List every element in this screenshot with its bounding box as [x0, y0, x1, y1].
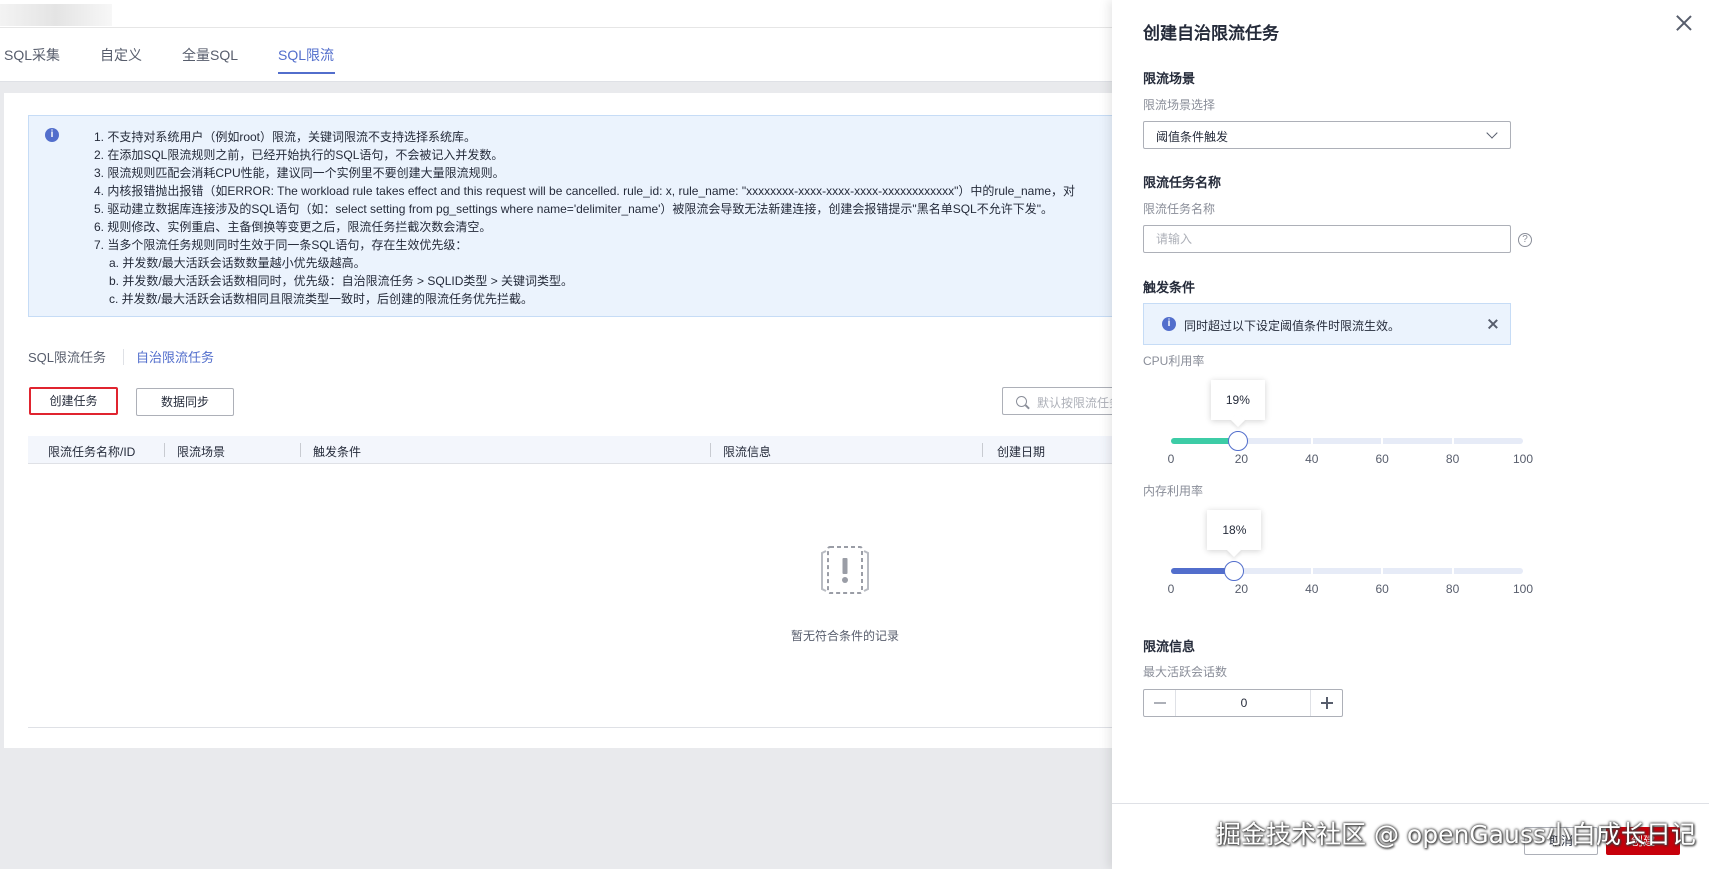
- task-name-label: 限流任务名称: [1143, 202, 1216, 216]
- slider-tooltip: 19%: [1210, 380, 1265, 420]
- notice-item: 2. 在添加SQL限流规则之前，已经开始执行的SQL语句，不会被记入并发数。: [94, 148, 504, 162]
- watermark: 掘金技术社区 @ openGauss小白成长日记: [1216, 820, 1696, 849]
- info-icon: i: [45, 128, 59, 142]
- subtab-sql-throttle-tasks[interactable]: SQL限流任务: [28, 347, 106, 366]
- slider-handle[interactable]: [1224, 561, 1245, 581]
- active-tab-indicator: [278, 72, 335, 74]
- section-title-task-name: 限流任务名称: [1143, 175, 1222, 190]
- empty-state-icon: [821, 546, 869, 594]
- slider-segment-gap: [1310, 438, 1313, 444]
- tab-sql-throttle[interactable]: SQL限流: [278, 45, 334, 65]
- notice-box: i 1. 不支持对系统用户（例如root）限流，关键词限流不支持选择系统库。 2…: [28, 115, 1120, 317]
- notice-item: 4. 内核报错抛出报错（如ERROR: The workload rule ta…: [94, 184, 1076, 198]
- help-icon[interactable]: ?: [1518, 233, 1532, 247]
- slider-tick-label: 100: [1512, 582, 1534, 596]
- top-bar: [0, 0, 1120, 28]
- scene-select-value: 阈值条件触发: [1156, 130, 1229, 144]
- column-header: 创建日期: [997, 445, 1046, 459]
- slider-tick-label: 0: [1167, 582, 1175, 596]
- section-title-scene: 限流场景: [1143, 71, 1196, 86]
- chevron-down-icon: [1486, 127, 1498, 139]
- column-header: 限流信息: [723, 445, 772, 459]
- table-header: 限流任务名称/ID 限流场景 触发条件 限流信息 创建日期: [28, 436, 1120, 464]
- slider-tick-label: 80: [1445, 452, 1460, 466]
- info-icon: i: [1162, 317, 1176, 331]
- subtab-divider: [123, 349, 124, 365]
- notice-sub-item: a. 并发数/最大活跃会话数数量越小优先级越高。: [109, 256, 366, 270]
- slider-segment-gap: [1381, 438, 1384, 444]
- slider-tick-label: 60: [1375, 452, 1389, 466]
- column-header: 触发条件: [313, 445, 362, 459]
- max-sessions-value[interactable]: 0: [1177, 696, 1311, 710]
- subtab-autonomous-tasks[interactable]: 自治限流任务: [136, 347, 214, 366]
- logo: [0, 4, 112, 26]
- empty-state-text: 暂无符合条件的记录: [790, 629, 899, 643]
- slider-tick-label: 80: [1445, 582, 1460, 596]
- slider-segment-gap: [1310, 568, 1313, 574]
- slider-tick-label: 20: [1234, 582, 1249, 596]
- slider-segment-gap: [1451, 568, 1454, 574]
- search-input[interactable]: 默认按限流任务: [1002, 387, 1122, 415]
- slider-handle[interactable]: [1227, 431, 1248, 451]
- table-bottom-border: [28, 727, 1120, 728]
- notice-sub-item: c. 并发数/最大活跃会话数相同且限流类型一致时，后创建的限流任务优先拦截。: [109, 292, 534, 306]
- tabs-bar: SQL采集 自定义 全量SQL SQL限流: [0, 28, 1120, 82]
- slider-tooltip: 18%: [1207, 510, 1262, 550]
- slider-tick-label: 100: [1512, 452, 1534, 466]
- search-placeholder: 默认按限流任务: [1037, 396, 1122, 410]
- column-divider: [300, 443, 301, 457]
- cpu-slider-label: CPU利用率: [1143, 354, 1205, 368]
- section-title-trigger: 触发条件: [1143, 280, 1196, 295]
- notice-item: 3. 限流规则匹配会消耗CPU性能，建议同一个实例里不要创建大量限流规则。: [94, 166, 505, 180]
- scene-select[interactable]: 阈值条件触发: [1143, 121, 1511, 149]
- task-name-input[interactable]: [1143, 225, 1511, 253]
- column-divider: [982, 443, 983, 457]
- max-sessions-label: 最大活跃会话数: [1143, 665, 1228, 679]
- slider-tick-label: 40: [1305, 452, 1319, 466]
- memory-usage-slider[interactable]: 18% 0 20 40 60 80 100: [1159, 510, 1533, 600]
- decrement-button[interactable]: [1144, 690, 1176, 716]
- slider-tick-label: 20: [1234, 452, 1249, 466]
- slider-segment-gap: [1381, 568, 1384, 574]
- notice-item: 6. 规则修改、实例重启、主备倒换等变更之后，限流任务拦截次数会清空。: [94, 220, 492, 234]
- close-icon[interactable]: [1674, 13, 1694, 33]
- scene-select-label: 限流场景选择: [1143, 98, 1216, 112]
- tab-sql-collect[interactable]: SQL采集: [4, 45, 60, 65]
- notice-item: 7. 当多个限流任务规则同时生效于同一条SQL语句，存在生效优先级：: [94, 238, 468, 252]
- notice-sub-item: b. 并发数/最大活跃会话数相同时，优先级：自治限流任务 > SQLID类型 >…: [109, 274, 574, 288]
- column-header: 限流任务名称/ID: [48, 445, 136, 459]
- column-divider: [164, 443, 165, 457]
- close-icon[interactable]: [1487, 318, 1499, 330]
- notice-item: 5. 驱动建立数据库连接涉及的SQL语句（如：select setting fr…: [94, 202, 1053, 216]
- column-header: 限流场景: [177, 445, 226, 459]
- tab-full-sql[interactable]: 全量SQL: [182, 45, 238, 65]
- slider-tick-label: 40: [1305, 582, 1319, 596]
- create-task-drawer: 创建自治限流任务 限流场景 限流场景选择 阈值条件触发 限流任务名称 限流任务名…: [1112, 0, 1709, 869]
- increment-button[interactable]: [1310, 690, 1342, 716]
- cpu-usage-slider[interactable]: 19% 0 20 40 60 80 100: [1159, 380, 1533, 470]
- slider-tick-label: 60: [1375, 582, 1389, 596]
- notice-list: 1. 不支持对系统用户（例如root）限流，关键词限流不支持选择系统库。 2. …: [94, 128, 1120, 308]
- trigger-info-text: 同时超过以下设定阈值条件时限流生效。: [1184, 319, 1401, 333]
- slider-tick-label: 0: [1167, 452, 1175, 466]
- trigger-info-alert: i 同时超过以下设定阈值条件时限流生效。: [1143, 303, 1511, 345]
- max-sessions-stepper[interactable]: 0: [1143, 689, 1343, 717]
- drawer-title: 创建自治限流任务: [1143, 24, 1279, 43]
- section-title-limit: 限流信息: [1143, 639, 1196, 654]
- search-icon: [1016, 396, 1027, 407]
- notice-item: 1. 不支持对系统用户（例如root）限流，关键词限流不支持选择系统库。: [94, 130, 477, 144]
- slider-track[interactable]: [1171, 438, 1523, 444]
- tab-custom[interactable]: 自定义: [100, 45, 142, 65]
- column-divider: [710, 443, 711, 457]
- memory-slider-label: 内存利用率: [1143, 484, 1204, 498]
- data-sync-button[interactable]: 数据同步: [136, 388, 234, 416]
- slider-segment-gap: [1451, 438, 1454, 444]
- create-task-button[interactable]: 创建任务: [29, 387, 118, 415]
